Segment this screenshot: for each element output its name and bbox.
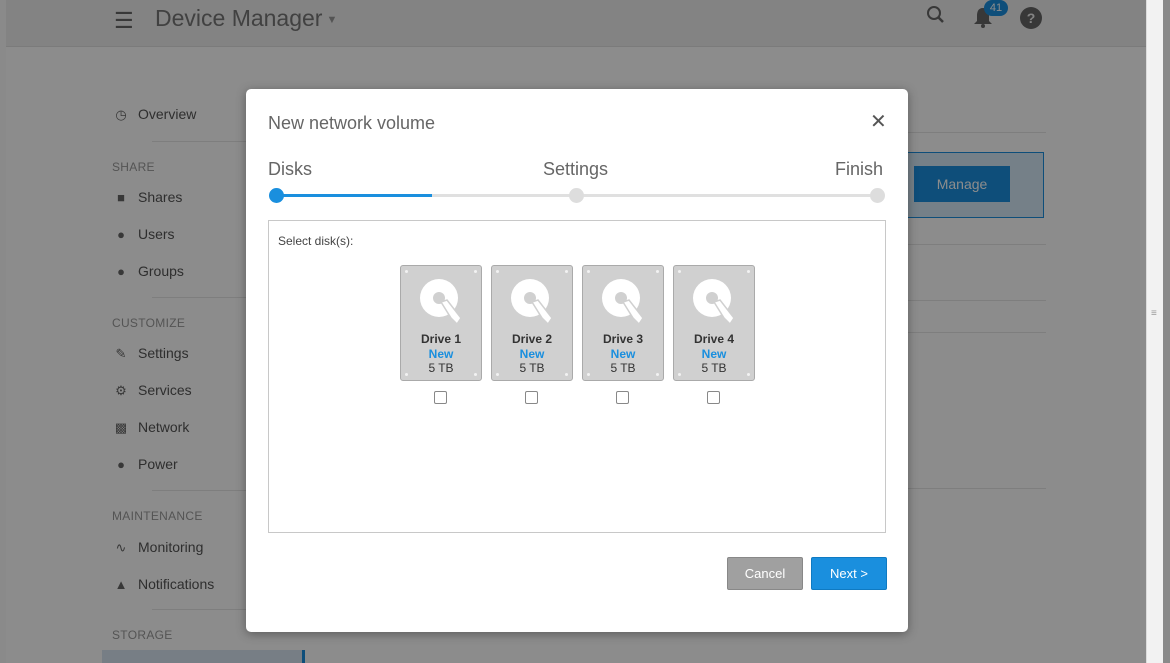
scrollbar[interactable]: [1146, 0, 1163, 663]
step-label-disks: Disks: [268, 159, 312, 179]
drive-checkbox[interactable]: [707, 391, 720, 404]
step-label-settings: Settings: [543, 159, 609, 179]
next-button[interactable]: Next >: [811, 557, 887, 590]
step-dot-finish: [870, 188, 885, 203]
screw: [474, 270, 477, 273]
screw: [587, 270, 590, 273]
hard-drive-icon: [693, 279, 735, 326]
step-dot-settings: [569, 188, 584, 203]
close-icon[interactable]: ✕: [870, 109, 887, 134]
disk-selection-box: Select disk(s): Drive 1 New 5 TB Drive 2 New…: [268, 220, 886, 533]
drive-status: New: [519, 347, 545, 361]
drive-size: 5 TB: [701, 361, 727, 375]
screw: [656, 270, 659, 273]
dialog-title: New network volume: [268, 113, 436, 133]
screw: [565, 270, 568, 273]
drive-status: New: [428, 347, 454, 361]
drive-size: 5 TB: [610, 361, 636, 375]
drive-status: New: [701, 347, 727, 361]
hard-drive-icon: [420, 279, 462, 326]
drive-name: Drive 4: [693, 332, 735, 346]
drive-size: 5 TB: [519, 361, 545, 375]
drive-card[interactable]: Drive 2 New 5 TB: [491, 265, 573, 381]
step-dot-disks: [269, 188, 284, 203]
step-progress: [276, 194, 433, 197]
drive-card[interactable]: Drive 1 New 5 TB: [400, 265, 482, 381]
cancel-button[interactable]: Cancel: [727, 557, 803, 590]
drive-name: Drive 1: [420, 332, 462, 346]
drive-checkbox[interactable]: [616, 391, 629, 404]
screw: [496, 270, 499, 273]
drive-item[interactable]: Drive 1 New 5 TB: [400, 265, 482, 404]
drive-card[interactable]: Drive 4 New 5 TB: [673, 265, 755, 381]
drive-size: 5 TB: [428, 361, 454, 375]
select-disks-label: Select disk(s):: [278, 234, 354, 248]
step-label-finish: Finish: [835, 159, 884, 179]
hard-drive-icon: [511, 279, 553, 326]
drive-checkbox[interactable]: [434, 391, 447, 404]
scrollbar-grip-icon[interactable]: ≡: [1151, 308, 1157, 319]
drive-name: Drive 2: [511, 332, 553, 346]
new-volume-dialog: New network volume ✕ Disks Settings Fini…: [246, 89, 908, 632]
screw: [678, 270, 681, 273]
screw: [405, 270, 408, 273]
drive-status: New: [610, 347, 636, 361]
drive-item[interactable]: Drive 3 New 5 TB: [582, 265, 664, 404]
drive-checkbox[interactable]: [525, 391, 538, 404]
screw: [747, 270, 750, 273]
drive-name: Drive 3: [602, 332, 644, 346]
drive-item[interactable]: Drive 4 New 5 TB: [673, 265, 755, 404]
drive-item[interactable]: Drive 2 New 5 TB: [491, 265, 573, 404]
drive-card[interactable]: Drive 3 New 5 TB: [582, 265, 664, 381]
hard-drive-icon: [602, 279, 644, 326]
